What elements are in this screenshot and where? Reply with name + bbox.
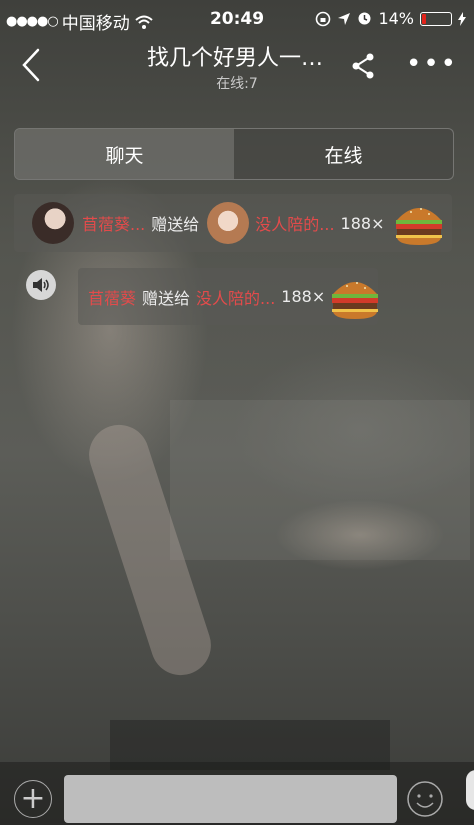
background-counter [170,400,470,560]
emoji-icon[interactable] [406,780,444,818]
gift-message[interactable]: 苜蓿葵... 赠送给 没人陪的... 188× [14,194,452,252]
status-bar: ●●●●○ 中国移动 20:49 14% [0,0,474,40]
more-options-icon[interactable]: ••• [406,51,458,77]
background-photo [0,0,474,825]
assistive-touch-button[interactable] [466,770,474,810]
sender-avatar[interactable] [32,202,74,244]
gift-quantity: 188× [281,287,326,306]
navigation-bar: 找几个好男人一… 在线:7 ••• [0,40,474,100]
sender-name[interactable]: 苜蓿葵... [82,211,145,235]
tab-chat[interactable]: 聊天 [15,129,234,179]
tab-online[interactable]: 在线 [234,129,453,179]
battery-icon [420,11,452,26]
gift-quantity: 188× [340,213,385,233]
online-count: 在线:7 [216,76,258,92]
sender-name[interactable]: 苜蓿葵 [88,285,136,309]
add-attachment-icon[interactable]: + [14,780,52,818]
input-bar: + [0,762,474,825]
room-title: 找几个好男人一… [146,46,323,71]
rotation-lock-icon [316,11,331,26]
alarm-icon [358,12,371,25]
gift-message[interactable]: 苜蓿葵 赠送给 没人陪的... 188× [78,268,379,325]
battery-percent: 14% [378,9,414,28]
speaker-icon[interactable] [26,270,56,300]
receiver-name[interactable]: 没人陪的... [255,211,334,235]
gift-action-text: 赠送给 [142,288,191,308]
message-input[interactable] [64,775,397,823]
burger-icon [395,208,442,245]
receiver-avatar[interactable] [207,202,250,244]
status-right: 14% [315,9,466,28]
gift-action-text: 赠送给 [151,215,200,234]
burger-icon [332,281,379,319]
tab-bar: 聊天 在线 [14,128,454,180]
receiver-name[interactable]: 没人陪的... [196,285,275,309]
charging-bolt-icon [458,11,466,26]
battery-fill [422,13,427,24]
share-icon[interactable] [350,52,376,80]
location-arrow-icon [338,12,351,25]
